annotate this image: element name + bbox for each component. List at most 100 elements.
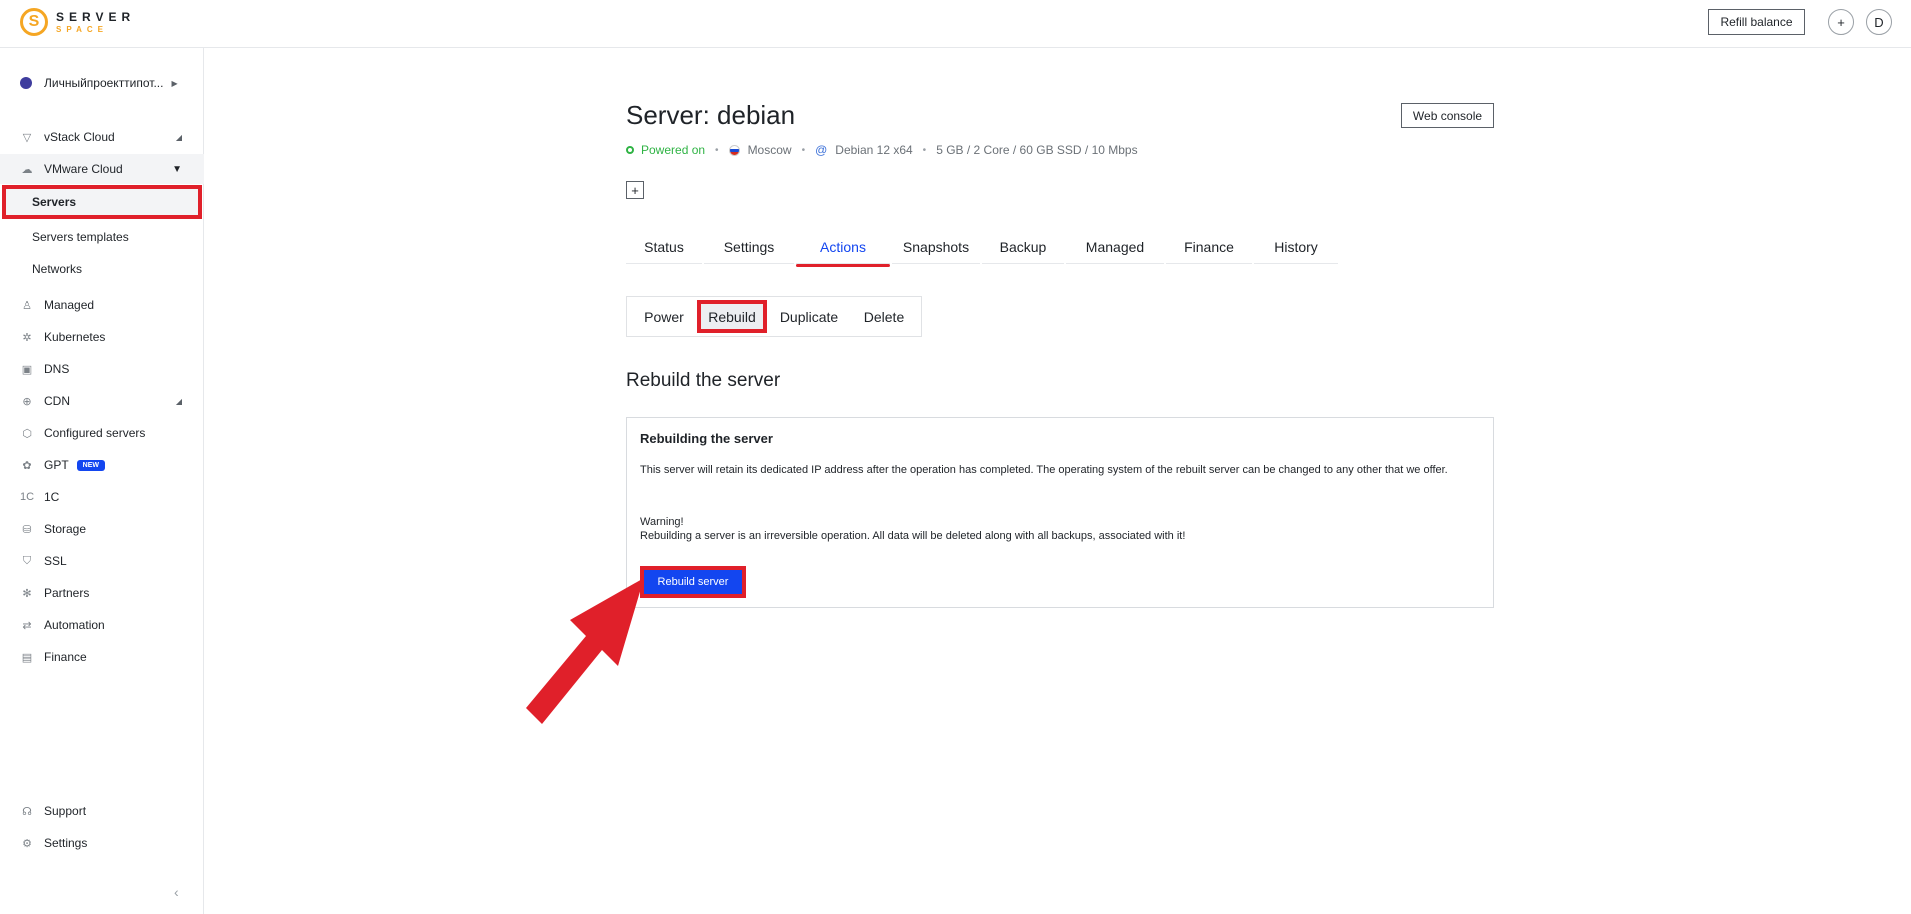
card-description: This server will retain its dedicated IP… bbox=[640, 464, 1448, 476]
subtab-rebuild[interactable]: Rebuild bbox=[697, 300, 767, 333]
specs-text: 5 GB / 2 Core / 60 GB SSD / 10 Mbps bbox=[936, 143, 1138, 157]
tab-settings[interactable]: Settings bbox=[704, 230, 794, 264]
warning-title: Warning! bbox=[640, 516, 684, 528]
sidebar-item-settings[interactable]: ⚙ Settings bbox=[0, 828, 204, 858]
user-avatar[interactable]: D bbox=[1866, 9, 1892, 35]
project-avatar-icon bbox=[20, 77, 32, 89]
sidebar-item-dns[interactable]: ▣ DNS bbox=[0, 354, 204, 384]
sidebar-item-label: Support bbox=[44, 804, 87, 818]
sidebar-item-label: Finance bbox=[44, 650, 87, 664]
partners-icon: ✻ bbox=[22, 587, 32, 600]
sidebar-item-partners[interactable]: ✻ Partners bbox=[0, 578, 204, 608]
tab-history[interactable]: History bbox=[1254, 230, 1338, 264]
sidebar-item-label: CDN bbox=[44, 394, 70, 408]
sidebar-item-managed[interactable]: ♙ Managed bbox=[0, 290, 204, 320]
sidebar-item-1c[interactable]: 1С 1C bbox=[0, 482, 204, 512]
finance-icon: ▤ bbox=[21, 651, 33, 664]
chevron-down-icon: ▼ bbox=[172, 163, 182, 175]
expand-arrow-icon: ◢ bbox=[175, 132, 182, 142]
new-badge: NEW bbox=[76, 459, 106, 471]
sidebar-subitem-networks[interactable]: Networks bbox=[0, 254, 204, 284]
sidebar-item-finance[interactable]: ▤ Finance bbox=[0, 642, 204, 672]
separator-dot: • bbox=[801, 144, 806, 156]
headset-icon: ☊ bbox=[22, 805, 32, 818]
logo-line-2: SPACE bbox=[56, 24, 108, 34]
sidebar-subitem-label: Servers templates bbox=[32, 230, 129, 244]
tab-finance[interactable]: Finance bbox=[1166, 230, 1252, 264]
refill-balance-button[interactable]: Refill balance bbox=[1708, 9, 1805, 35]
gpt-icon: ✿ bbox=[22, 459, 32, 472]
rebuild-card: Rebuilding the server This server will r… bbox=[626, 417, 1494, 608]
sidebar-item-label: Storage bbox=[44, 522, 87, 536]
sidebar-item-label: 1C bbox=[44, 490, 60, 504]
logo-line-1: SERVER bbox=[56, 9, 136, 24]
subtab-duplicate[interactable]: Duplicate bbox=[767, 300, 851, 333]
vstack-icon: ▽ bbox=[22, 131, 32, 144]
page-title: Server: debian bbox=[626, 100, 796, 130]
sidebar-subitem-label: Networks bbox=[32, 262, 83, 276]
sidebar-subitem-label: Servers bbox=[32, 195, 77, 209]
sidebar-item-vmware-cloud[interactable]: ☁ VMware Cloud ▼ bbox=[0, 154, 204, 184]
separator-dot: • bbox=[922, 144, 927, 156]
sidebar-item-ssl[interactable]: ⛉ SSL bbox=[0, 546, 204, 576]
status-dot-icon bbox=[626, 146, 634, 154]
tab-managed[interactable]: Managed bbox=[1066, 230, 1164, 264]
separator-dot: • bbox=[715, 144, 719, 156]
top-header: S SERVER SPACE Refill balance + D bbox=[0, 0, 1911, 48]
annotation-arrow-icon bbox=[526, 578, 644, 724]
serverspace-logo[interactable]: S SERVER SPACE bbox=[20, 8, 135, 36]
kubernetes-icon: ✲ bbox=[22, 331, 32, 344]
russia-flag-icon bbox=[728, 144, 740, 156]
sidebar-subitem-servers[interactable]: Servers bbox=[2, 185, 202, 219]
tab-status[interactable]: Status bbox=[626, 230, 702, 264]
card-warning: Warning! Rebuilding a server is an irrev… bbox=[640, 515, 1185, 543]
sidebar-item-gpt[interactable]: ✿ GPT NEW bbox=[0, 450, 204, 480]
sidebar-item-label: Automation bbox=[44, 618, 105, 632]
sidebar-item-label: SSL bbox=[44, 554, 67, 568]
server-meta: Powered on • Moscow • @ Debian 12 x64 • … bbox=[626, 143, 1138, 157]
location-text: Moscow bbox=[747, 143, 792, 157]
storage-icon: ⛁ bbox=[22, 523, 32, 536]
sidebar-item-cdn[interactable]: ⊕ CDN ◢ bbox=[0, 386, 204, 416]
sidebar-item-label: VMware Cloud bbox=[44, 162, 123, 176]
configured-icon: ⬡ bbox=[22, 427, 32, 440]
add-tag-button[interactable]: + bbox=[626, 181, 644, 199]
managed-icon: ♙ bbox=[22, 299, 32, 312]
add-plus-button[interactable]: + bbox=[1828, 9, 1854, 35]
sidebar-item-automation[interactable]: ⇄ Automation bbox=[0, 610, 204, 640]
os-text: Debian 12 x64 bbox=[835, 143, 913, 157]
dns-icon: ▣ bbox=[21, 363, 33, 376]
expand-arrow-icon: ◢ bbox=[175, 396, 182, 406]
sidebar: Личныйпроекттипот... ▶ ▽ vStack Cloud ◢ … bbox=[0, 48, 204, 914]
tab-actions[interactable]: Actions bbox=[796, 230, 890, 267]
cloud-icon: ☁ bbox=[21, 163, 33, 176]
server-tabs: Status Settings Actions Snapshots Backup… bbox=[626, 230, 1340, 267]
automation-icon: ⇄ bbox=[22, 619, 32, 632]
sidebar-item-label: Configured servers bbox=[44, 426, 146, 440]
sidebar-item-label: GPT bbox=[44, 458, 69, 472]
sidebar-item-label: Kubernetes bbox=[44, 330, 106, 344]
sidebar-subitem-servers-templates[interactable]: Servers templates bbox=[0, 222, 204, 252]
warning-text: Rebuilding a server is an irreversible o… bbox=[640, 530, 1186, 542]
tab-snapshots[interactable]: Snapshots bbox=[892, 230, 980, 264]
subtab-delete[interactable]: Delete bbox=[851, 300, 917, 333]
web-console-button[interactable]: Web console bbox=[1401, 103, 1494, 128]
action-subtabs: Power Rebuild Duplicate Delete bbox=[626, 296, 922, 337]
section-title: Rebuild the server bbox=[626, 370, 781, 391]
subtab-power[interactable]: Power bbox=[631, 300, 697, 333]
sidebar-item-storage[interactable]: ⛁ Storage bbox=[0, 514, 204, 544]
logo-text: SERVER SPACE bbox=[56, 11, 135, 34]
sidebar-item-label: DNS bbox=[44, 362, 70, 376]
chevron-right-icon: ▶ bbox=[171, 78, 178, 88]
sidebar-item-kubernetes[interactable]: ✲ Kubernetes bbox=[0, 322, 204, 352]
sidebar-item-label: Managed bbox=[44, 298, 95, 312]
project-selector[interactable]: Личныйпроекттипот... ▶ bbox=[20, 76, 178, 90]
card-title: Rebuilding the server bbox=[640, 431, 773, 446]
sidebar-item-vstack-cloud[interactable]: ▽ vStack Cloud ◢ bbox=[0, 122, 204, 152]
collapse-sidebar-icon[interactable]: ‹ bbox=[174, 884, 179, 900]
sidebar-item-support[interactable]: ☊ Support bbox=[0, 796, 204, 826]
tab-backup[interactable]: Backup bbox=[982, 230, 1064, 264]
sidebar-item-configured-servers[interactable]: ⬡ Configured servers bbox=[0, 418, 204, 448]
project-name: Личныйпроекттипот... bbox=[44, 76, 164, 90]
status-text: Powered on bbox=[641, 143, 706, 157]
